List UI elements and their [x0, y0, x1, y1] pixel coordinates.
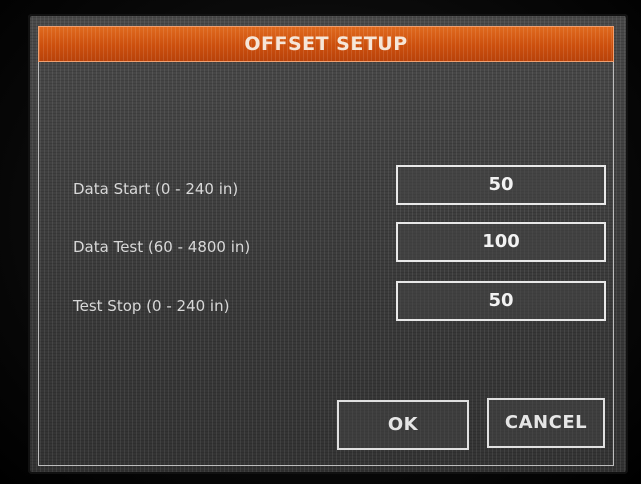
data-start-label: Data Start (0 - 240 in) — [73, 180, 239, 198]
device-bezel: OFFSET SETUP Data Start (0 - 240 in) 50 … — [0, 0, 641, 484]
data-test-label: Data Test (60 - 4800 in) — [73, 238, 251, 256]
title-bar: OFFSET SETUP — [38, 26, 614, 62]
test-stop-field[interactable]: 50 — [396, 281, 606, 321]
cancel-button[interactable]: CANCEL — [487, 398, 605, 448]
window-title: OFFSET SETUP — [244, 33, 408, 55]
data-test-field[interactable]: 100 — [396, 222, 606, 262]
lcd-screen: OFFSET SETUP Data Start (0 - 240 in) 50 … — [28, 14, 628, 474]
test-stop-label: Test Stop (0 - 240 in) — [73, 297, 230, 315]
offset-setup-dialog: Data Start (0 - 240 in) 50 Data Test (60… — [38, 62, 614, 466]
ok-button[interactable]: OK — [337, 400, 469, 450]
data-start-field[interactable]: 50 — [396, 165, 606, 205]
